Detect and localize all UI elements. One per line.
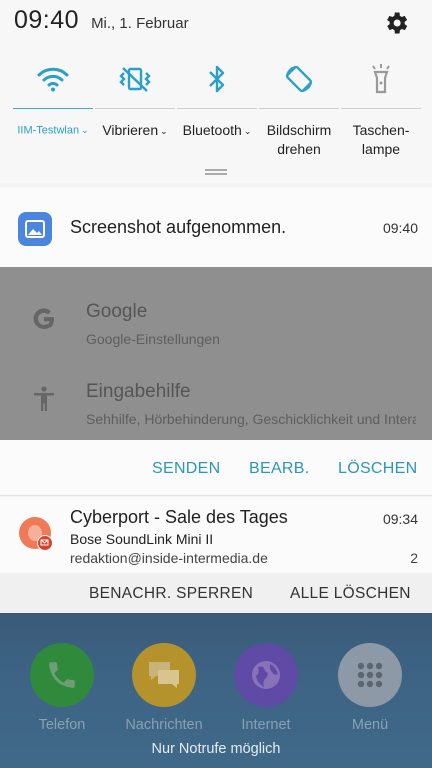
toggle-indicator: [341, 108, 421, 109]
panel-drag-handle[interactable]: [205, 169, 227, 175]
clear-all-button[interactable]: ALLE LÖSCHEN: [290, 585, 411, 603]
status-header: 09:40 Mi., 1. Februar: [14, 6, 189, 40]
wifi-icon: [37, 67, 69, 92]
quick-settings-panel: 09:40 Mi., 1. Februar IIM-Testwlan ⌄ Vib…: [0, 0, 432, 183]
screenshot-actions: SENDEN BEARB. LÖSCHEN: [0, 440, 432, 496]
toggle-flashlight[interactable]: Taschen-lampe: [340, 58, 422, 159]
toggle-indicator: [13, 108, 93, 109]
toggle-flashlight-label[interactable]: Taschen-lampe: [353, 121, 410, 159]
phone-icon: [30, 643, 94, 707]
email-app-badge-icon: [37, 535, 53, 551]
chevron-down-icon[interactable]: ⌄: [160, 126, 168, 136]
quick-toggle-row: IIM-Testwlan ⌄ Vibrieren ⌄ Bluetooth ⌄ B…: [12, 58, 422, 159]
dock-app-messages[interactable]: Nachrichten: [125, 643, 203, 733]
dock-app-internet[interactable]: Internet: [233, 643, 299, 733]
dock-app-menu[interactable]: Menü: [337, 643, 403, 733]
block-notifications-button[interactable]: BENACHR. SPERREN: [89, 585, 253, 603]
dock-app-label: Menü: [351, 717, 389, 733]
preview-item-google: Google Google-Einstellungen: [0, 287, 432, 367]
messages-icon: [132, 643, 196, 707]
vibrate-icon: [119, 67, 151, 92]
bluetooth-icon: [209, 65, 225, 93]
edit-button[interactable]: BEARB.: [249, 460, 310, 478]
notification-title: Screenshot aufgenommen.: [70, 217, 287, 237]
dock-app-label: Nachrichten: [125, 717, 203, 733]
flashlight-icon: [372, 64, 390, 94]
panel-actions: BENACHR. SPERREN ALLE LÖSCHEN: [0, 573, 432, 613]
date[interactable]: Mi., 1. Februar: [91, 15, 189, 32]
preview-item-subtitle: Sehhilfe, Hörbehinderung, Geschicklichke…: [86, 411, 416, 427]
toggle-indicator: [95, 108, 175, 109]
google-icon: [33, 308, 54, 330]
send-button[interactable]: SENDEN: [152, 460, 220, 478]
chevron-down-icon[interactable]: ⌄: [244, 126, 252, 136]
email-notification-title: Cyberport - Sale des Tages: [70, 507, 288, 527]
toggle-flashlight-label-line2: lampe: [361, 141, 401, 157]
email-notification-time: 09:34: [382, 511, 418, 527]
toggle-rotate-label[interactable]: Bildschirm drehen: [267, 121, 332, 159]
email-account: redaktion@inside-intermedia.de: [70, 550, 268, 566]
apps-menu-icon: [338, 643, 402, 707]
clock: 09:40: [14, 6, 80, 34]
chevron-down-icon[interactable]: ⌄: [81, 125, 89, 135]
toggle-indicator: [177, 108, 257, 109]
toggle-flashlight-label-line1: Taschen-: [352, 122, 410, 138]
gear-icon[interactable]: [382, 9, 410, 37]
toggle-rotate-label-line1: Bildschirm: [266, 122, 332, 138]
dock-app-label: Internet: [241, 717, 291, 733]
gallery-icon: [18, 212, 52, 246]
email-count: 2: [410, 550, 418, 566]
toggle-rotate[interactable]: Bildschirm drehen: [258, 58, 340, 159]
preview-item-title: Google: [86, 301, 148, 322]
internet-icon: [234, 643, 298, 707]
toggle-wifi[interactable]: IIM-Testwlan ⌄: [12, 58, 94, 159]
lockscreen-dock: Telefon Nachrichten Internet Menü Nur No…: [0, 613, 432, 768]
preview-item-accessibility: Eingabehilfe Sehhilfe, Hörbehinderung, G…: [0, 367, 432, 447]
email-subject: Bose SoundLink Mini II: [70, 531, 214, 547]
screenshot-preview[interactable]: Google Google-Einstellungen Eingabehilfe…: [0, 267, 432, 440]
delete-button[interactable]: LÖSCHEN: [338, 460, 417, 478]
toggle-vibrate-label[interactable]: Vibrieren: [102, 122, 158, 138]
toggle-rotate-label-line2: drehen: [277, 141, 321, 157]
toggle-bluetooth[interactable]: Bluetooth ⌄: [176, 58, 258, 159]
accessibility-icon: [34, 386, 54, 411]
screenshot-notification[interactable]: Screenshot aufgenommen. 09:40: [0, 187, 432, 267]
preview-item-title: Eingabehilfe: [86, 381, 191, 402]
preview-item-subtitle: Google-Einstellungen: [86, 331, 220, 347]
toggle-wifi-label[interactable]: IIM-Testwlan: [17, 124, 79, 136]
email-notification[interactable]: Cyberport - Sale des Tages 09:34 Bose So…: [0, 497, 432, 573]
rotate-icon: [285, 65, 313, 93]
toggle-vibrate[interactable]: Vibrieren ⌄: [94, 58, 176, 159]
toggle-bluetooth-label[interactable]: Bluetooth: [183, 122, 242, 138]
emergency-calls-only-text: Nur Notrufe möglich: [151, 741, 281, 757]
dock-app-label: Telefon: [38, 717, 86, 733]
dock-app-phone[interactable]: Telefon: [29, 643, 95, 733]
toggle-indicator: [259, 108, 339, 109]
notification-time: 09:40: [382, 220, 418, 236]
